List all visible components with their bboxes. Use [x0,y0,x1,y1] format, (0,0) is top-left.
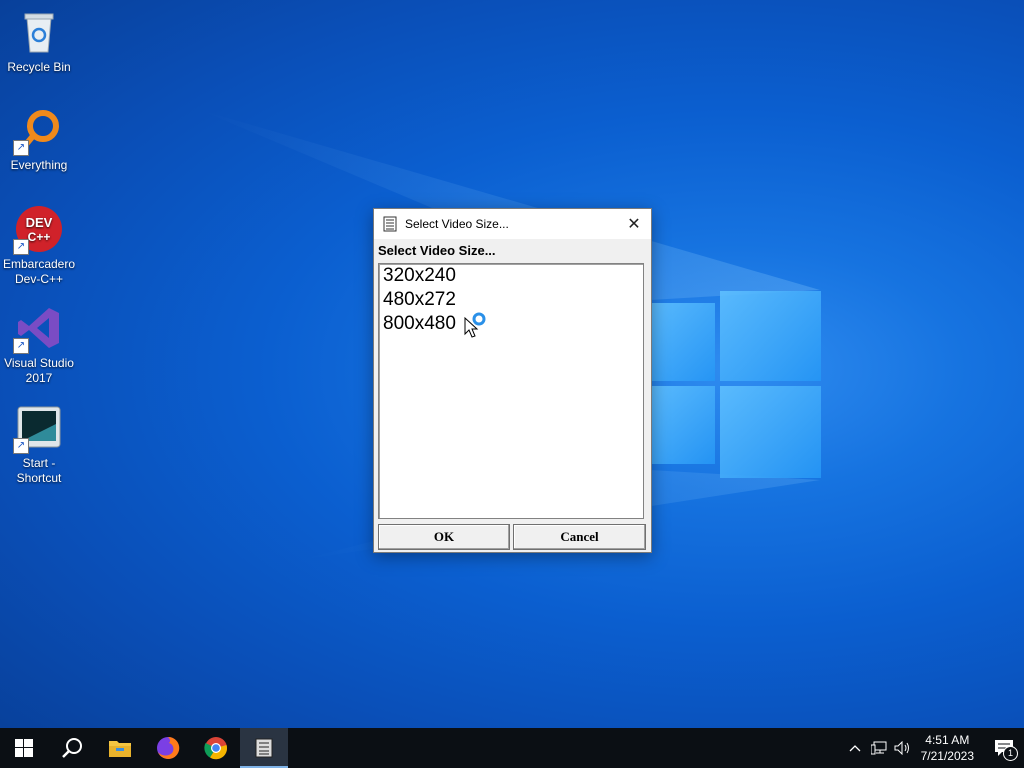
visual-studio-icon: ↗ [13,304,63,354]
start-shortcut-icon: ↗ [13,404,63,454]
windows-logo-pane [651,303,715,381]
volume-icon[interactable] [891,728,915,768]
dialog-app-icon [383,216,397,232]
cancel-button[interactable]: Cancel [513,524,646,550]
taskbar: 4:51 AM 7/21/2023 1 [0,728,1024,768]
search-icon [62,738,82,758]
shortcut-arrow-icon: ↗ [13,239,29,255]
shortcut-arrow-icon: ↗ [13,338,29,354]
list-item[interactable]: 800x480 [379,312,643,336]
shortcut-arrow-icon: ↗ [13,140,29,156]
desktop-icon-visual-studio[interactable]: ↗ Visual Studio 2017 [2,304,76,386]
network-icon[interactable] [867,728,891,768]
taskbar-chrome[interactable] [192,728,240,768]
chevron-up-icon[interactable] [843,728,867,768]
ok-button[interactable]: OK [378,524,510,550]
desktop-icon-label: Visual Studio 2017 [4,356,74,385]
taskbar-file-explorer[interactable] [96,728,144,768]
video-size-listbox[interactable]: 320x240 480x272 800x480 [378,263,644,519]
desktop-icon-everything[interactable]: ↗ Everything [2,106,76,173]
desktop-icon-label: Start - Shortcut [16,456,62,485]
svg-text:DEV: DEV [26,215,53,230]
search-button[interactable] [48,728,96,768]
dialog-prompt: Select Video Size... [378,243,496,258]
shortcut-arrow-icon: ↗ [13,438,29,454]
desktop-icon-label: Everything [10,158,68,172]
file-explorer-icon [109,741,131,757]
clock-time: 4:51 AM [925,733,970,747]
windows-logo-pane [651,386,715,464]
list-item[interactable]: 320x240 [379,264,643,288]
clock-date: 7/21/2023 [920,749,974,763]
chrome-icon [204,737,228,760]
taskbar-firefox[interactable] [144,728,192,768]
windows-logo-pane [720,386,821,478]
system-tray: 4:51 AM 7/21/2023 1 [843,728,1024,768]
start-icon [15,739,33,757]
clock[interactable]: 4:51 AM 7/21/2023 [921,732,974,764]
windows-logo-pane [720,291,821,381]
busy-cursor-icon [464,312,486,338]
recycle-bin-icon [15,8,63,56]
taskbar-dialog-app[interactable] [240,728,288,768]
dialog-titlebar[interactable]: Select Video Size... ✕ [374,209,651,239]
notification-count-badge: 1 [1003,746,1018,761]
start-button[interactable] [0,728,48,768]
devcpp-icon: DEV C++ ↗ [13,205,63,255]
list-item[interactable]: 480x272 [379,288,643,312]
select-video-size-dialog: Select Video Size... ✕ Select Video Size… [373,208,652,553]
desktop-icon-devcpp[interactable]: DEV C++ ↗ Embarcadero Dev-C++ [2,205,76,287]
desktop-icon-label: Embarcadero Dev-C++ [2,257,76,286]
dialog-title: Select Video Size... [405,217,509,231]
close-icon[interactable]: ✕ [617,209,651,239]
everything-search-icon: ↗ [13,106,63,156]
desktop-icon-recycle-bin[interactable]: Recycle Bin [2,8,76,75]
svg-text:C++: C++ [28,230,51,244]
desktop-icon-start-shortcut[interactable]: ↗ Start - Shortcut [2,404,76,486]
dialog-app-icon [255,738,273,758]
desktop-icon-label: Recycle Bin [7,60,71,74]
firefox-icon [157,736,180,759]
notification-center-button[interactable]: 1 [984,728,1024,768]
